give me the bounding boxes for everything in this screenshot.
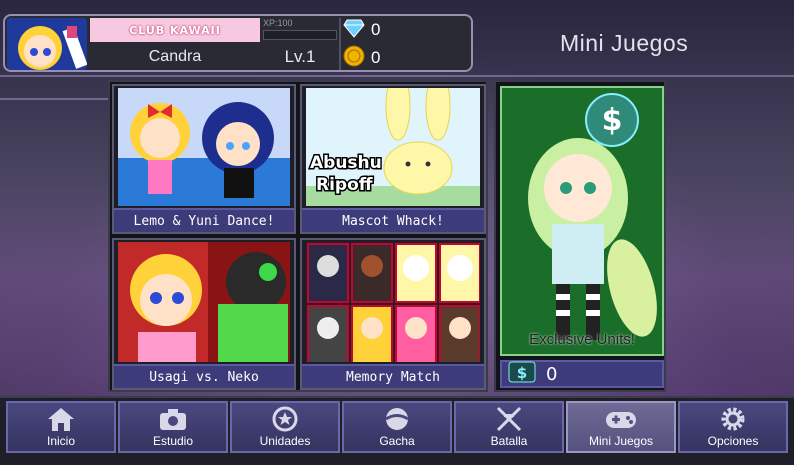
- game-label: Memory Match: [302, 364, 484, 388]
- home-icon: [48, 408, 74, 431]
- game-card-usagi-vs-neko[interactable]: Usagi vs. Neko: [112, 238, 296, 390]
- nav-label: Inicio: [46, 434, 75, 448]
- game-thumbnail: Abushu Ripoff: [306, 88, 480, 206]
- nav-label: Gacha: [379, 434, 415, 448]
- exclusive-caption: Exclusive Units!: [529, 331, 635, 348]
- dollar-icon: $: [602, 103, 623, 138]
- gem-counter: 0: [343, 18, 471, 42]
- club-banner: CLUB KAWAII: [90, 18, 260, 42]
- xp-display: XP:100: [263, 18, 337, 42]
- gem-icon: [343, 18, 365, 43]
- camera-icon: [160, 409, 186, 430]
- exclusive-art: $ Exclusive Units!: [500, 86, 664, 356]
- coin-counter: 0: [343, 45, 471, 71]
- nav-label: Mini Juegos: [588, 434, 654, 448]
- art-caption: Abushu: [310, 153, 382, 173]
- nav-mini-juegos[interactable]: Mini Juegos: [566, 401, 676, 453]
- coin-count: 0: [371, 48, 381, 67]
- game-thumbnail: [306, 242, 480, 362]
- nav-opciones[interactable]: Opciones: [678, 401, 788, 453]
- star-icon: [272, 406, 298, 432]
- nav-gacha[interactable]: Gacha: [342, 401, 452, 453]
- game-thumbnail: [118, 242, 290, 362]
- gacha-icon: [385, 408, 409, 430]
- game-card-mascot-whack[interactable]: Abushu Ripoff Mascot Whack!: [300, 84, 486, 234]
- gamepad-icon: [606, 412, 636, 428]
- nav-unidades[interactable]: Unidades: [230, 401, 340, 453]
- game-label: Usagi vs. Neko: [114, 364, 294, 388]
- swords-icon: [496, 406, 522, 432]
- nav-inicio[interactable]: Inicio: [6, 401, 116, 453]
- nav-label: Opciones: [707, 434, 759, 448]
- background-line: [0, 75, 794, 77]
- nav-label: Estudio: [152, 434, 194, 448]
- nav-label: Batalla: [490, 434, 528, 448]
- art-caption: Ripoff: [316, 175, 373, 195]
- game-card-lemo-yuni-dance[interactable]: Lemo & Yuni Dance!: [112, 84, 296, 234]
- gear-icon: [721, 407, 745, 431]
- divider: [339, 18, 341, 70]
- coin-icon: [343, 45, 365, 71]
- background-line: [0, 98, 110, 100]
- exclusive-count: 0: [546, 363, 558, 385]
- exclusive-units-panel[interactable]: $ Exclusive Units! $ 0: [494, 80, 666, 392]
- game-card-memory-match[interactable]: Memory Match: [300, 238, 486, 390]
- game-label: Mascot Whack!: [302, 208, 484, 232]
- game-thumbnail: [118, 88, 290, 206]
- player-name: Candra: [148, 48, 202, 65]
- dollar-coin-icon: $: [508, 361, 536, 388]
- profile-panel[interactable]: CLUB KAWAII Candra XP:100 Lv.1 0 0: [3, 14, 473, 72]
- minigame-grid: Lemo & Yuni Dance! Abushu Ripoff Mascot …: [108, 80, 488, 392]
- page-title: Mini Juegos: [560, 30, 689, 56]
- avatar: [7, 18, 87, 70]
- gem-count: 0: [371, 20, 381, 39]
- nav-batalla[interactable]: Batalla: [454, 401, 564, 453]
- nav-estudio[interactable]: Estudio: [118, 401, 228, 453]
- exclusive-currency-bar: $ 0: [500, 360, 664, 388]
- bottom-navigation: Inicio Estudio Unidades Gacha Batalla Mi…: [0, 396, 794, 465]
- xp-bar: [263, 30, 337, 40]
- nav-label: Unidades: [259, 434, 311, 448]
- xp-label: XP:100: [263, 18, 293, 28]
- svg-text:$: $: [517, 364, 527, 382]
- player-level: Lv.1: [284, 47, 316, 66]
- game-label: Lemo & Yuni Dance!: [114, 208, 294, 232]
